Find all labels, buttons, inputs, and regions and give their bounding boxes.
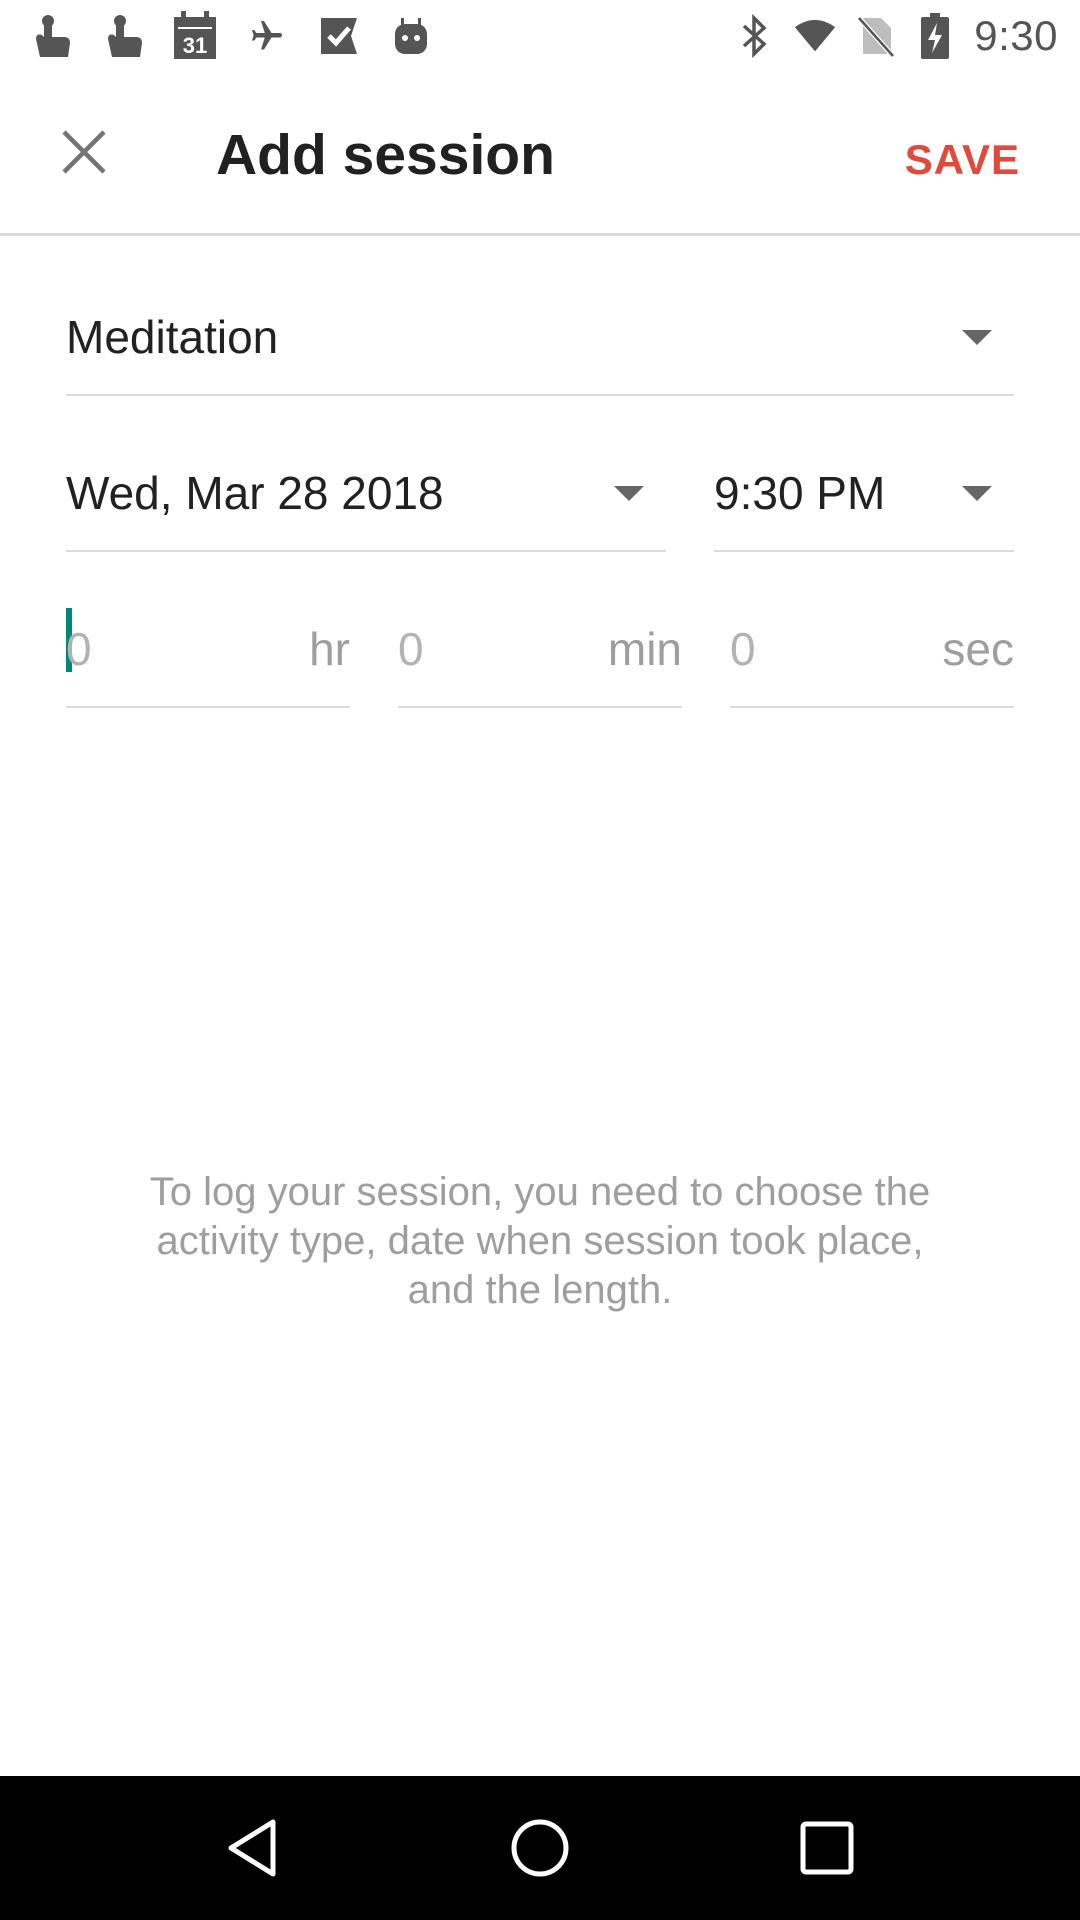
activity-type-dropdown[interactable]: Meditation	[66, 280, 1014, 396]
hours-placeholder: 0	[66, 623, 92, 675]
status-bar: 31 9:30	[0, 0, 1080, 72]
back-button[interactable]	[208, 1803, 298, 1893]
back-icon	[228, 1819, 276, 1877]
minutes-unit-label: min	[607, 623, 682, 675]
seconds-input[interactable]: 0 sec	[730, 592, 1014, 708]
navigation-bar	[0, 1776, 1080, 1920]
no-sim-icon	[854, 13, 896, 59]
android-icon	[386, 11, 436, 61]
hours-unit-label: hr	[309, 623, 350, 675]
calendar-icon: 31	[170, 11, 220, 61]
close-button[interactable]	[50, 118, 118, 186]
save-button[interactable]: SAVE	[905, 136, 1020, 184]
seconds-placeholder: 0	[730, 623, 756, 675]
activity-type-value: Meditation	[66, 311, 279, 363]
seconds-unit-label: sec	[942, 623, 1014, 675]
system-icons: 9:30	[716, 12, 1058, 60]
recents-button[interactable]	[782, 1803, 872, 1893]
add-session-screen: 31 9:30 Add session SAVE Meditation Wed,…	[0, 0, 1080, 1920]
touch-app-icon	[98, 11, 148, 61]
status-time: 9:30	[974, 12, 1058, 59]
help-text: To log your session, you need to choose …	[149, 1170, 931, 1312]
chevron-down-icon	[962, 330, 992, 345]
bluetooth-icon	[734, 13, 776, 59]
calendar-day-text: 31	[183, 33, 207, 58]
page-title: Add session	[216, 123, 555, 187]
chevron-down-icon	[614, 486, 644, 501]
home-icon	[511, 1819, 569, 1877]
wifi-icon	[794, 13, 836, 59]
date-dropdown[interactable]: Wed, Mar 28 2018	[66, 436, 666, 552]
battery-charging-icon	[914, 13, 956, 59]
chevron-down-icon	[962, 486, 992, 501]
time-dropdown[interactable]: 9:30 PM	[714, 436, 1014, 552]
recents-icon	[800, 1821, 854, 1875]
toolbar: Add session SAVE	[0, 72, 1080, 236]
hours-input[interactable]: 0 hr	[66, 592, 350, 708]
minutes-input[interactable]: 0 min	[398, 592, 682, 708]
airplane-icon	[242, 11, 292, 61]
home-button[interactable]	[495, 1803, 585, 1893]
close-icon	[62, 130, 106, 174]
check-flag-icon	[314, 11, 364, 61]
notification-icons: 31	[26, 11, 458, 61]
touch-app-icon	[26, 11, 76, 61]
time-value: 9:30 PM	[714, 467, 886, 519]
minutes-placeholder: 0	[398, 623, 424, 675]
date-value: Wed, Mar 28 2018	[66, 467, 444, 519]
